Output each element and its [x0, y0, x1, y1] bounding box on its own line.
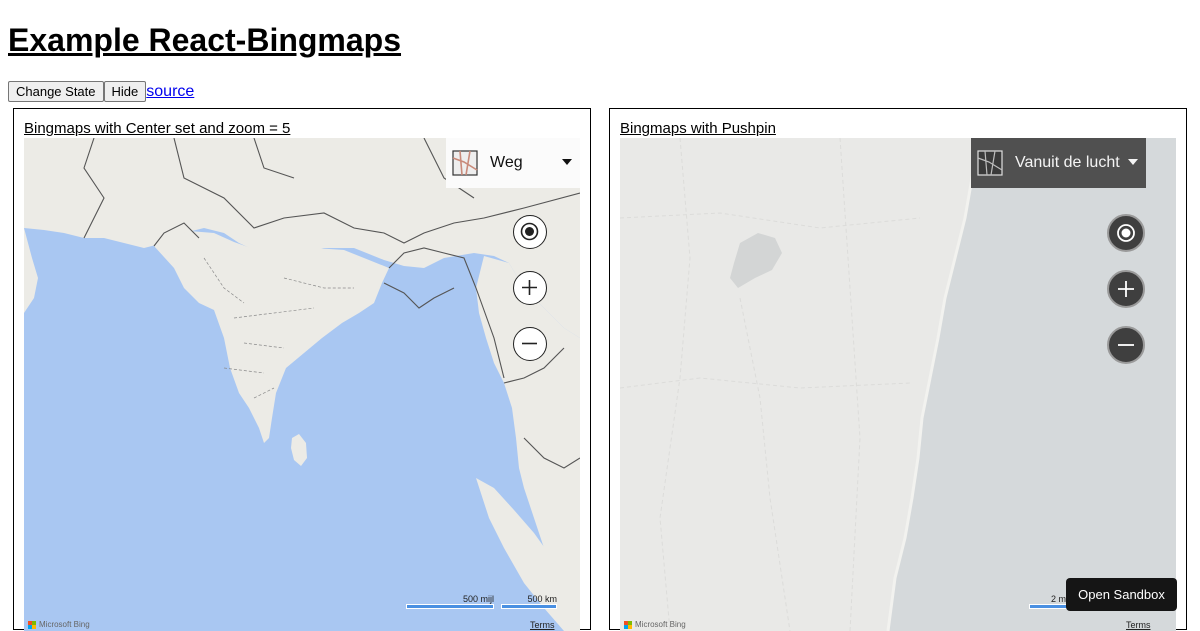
minus-icon	[522, 342, 537, 345]
scale-km-label: 500 km	[527, 594, 557, 604]
aerial-map-canvas[interactable]	[620, 138, 1176, 631]
chevron-down-icon	[562, 159, 572, 165]
map-panel-title: Bingmaps with Center set and zoom = 5	[24, 120, 291, 137]
zoom-in-button[interactable]	[1107, 270, 1145, 308]
aerial-map-icon	[977, 150, 1003, 176]
zoom-out-button[interactable]	[513, 327, 547, 361]
locate-icon	[1117, 224, 1135, 242]
bing-logo: Microsoft Bing	[28, 620, 90, 629]
toolbar: Change State Hide source	[8, 81, 194, 102]
zoom-out-button[interactable]	[1107, 326, 1145, 364]
map-panel-title: Bingmaps with Pushpin	[620, 120, 776, 137]
bing-logo-text: Microsoft Bing	[39, 620, 90, 629]
locate-me-button[interactable]	[1107, 214, 1145, 252]
map-type-selector[interactable]: Vanuit de lucht	[971, 138, 1146, 188]
terms-link[interactable]: Terms	[530, 620, 555, 630]
minus-icon	[1118, 344, 1134, 346]
hide-button[interactable]: Hide	[103, 81, 147, 102]
source-link[interactable]: source	[146, 82, 194, 101]
scale-miles-label: 500 mijl	[462, 594, 494, 604]
plus-icon	[1118, 281, 1134, 297]
zoom-in-button[interactable]	[513, 271, 547, 305]
map-type-selector[interactable]: Weg	[446, 138, 580, 188]
microsoft-logo-icon	[624, 620, 632, 629]
bing-logo: Microsoft Bing	[624, 620, 686, 629]
scale-km: 500 km	[501, 594, 557, 609]
map-panel-pushpin: Bingmaps with Pushpin Vanuit de lucht 2 …	[609, 108, 1187, 631]
map-type-label: Vanuit de lucht	[1015, 154, 1120, 171]
map-panel-center-zoom: Bingmaps with Center set and zoom = 5 We…	[13, 108, 591, 631]
road-map[interactable]: Weg 500 mijl 500 km Microsoft Bing Terms	[24, 138, 580, 631]
scale-miles: 500 mijl	[406, 594, 494, 609]
aerial-map[interactable]: Vanuit de lucht 2 m Microsoft Bing Terms	[620, 138, 1176, 631]
microsoft-logo-icon	[28, 620, 36, 629]
page-title: Example React-Bingmaps	[8, 22, 402, 58]
locate-me-button[interactable]	[513, 215, 547, 249]
bing-logo-text: Microsoft Bing	[635, 620, 686, 629]
scale-bar	[406, 604, 494, 609]
open-sandbox-button[interactable]: Open Sandbox	[1066, 578, 1177, 611]
road-map-icon	[452, 150, 478, 176]
change-state-button[interactable]: Change State	[8, 81, 104, 102]
chevron-down-icon	[1128, 159, 1138, 165]
map-type-label: Weg	[490, 154, 523, 171]
plus-icon	[522, 280, 537, 295]
road-map-canvas[interactable]	[24, 138, 580, 631]
locate-icon	[520, 222, 539, 241]
scale-bar	[501, 604, 557, 609]
terms-link[interactable]: Terms	[1126, 620, 1151, 630]
